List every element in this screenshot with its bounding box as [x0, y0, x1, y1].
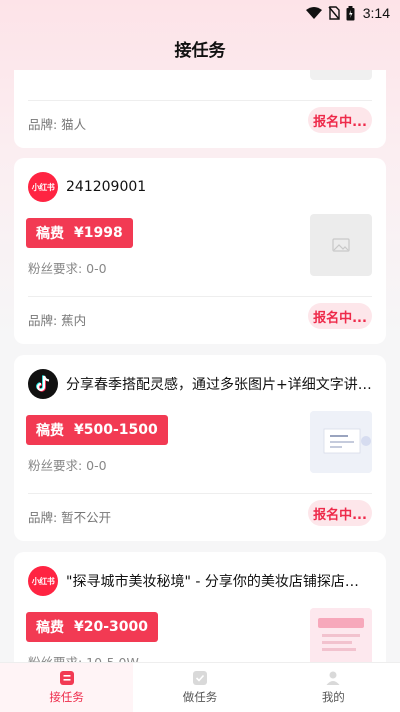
- fee-badge: 稿费 ¥1998: [26, 218, 133, 248]
- fee-label: 稿费: [36, 620, 64, 636]
- fee-badge: 稿费 ¥20-3000: [26, 612, 158, 642]
- task-card[interactable]: 小红书 241209001 稿费 ¥1998 粉丝要求: 0-0 品牌: 蕉内 …: [14, 158, 386, 344]
- task-card[interactable]: 品牌: 猫人 报名中...: [14, 70, 386, 148]
- brand-label: 品牌: 暂不公开: [28, 510, 112, 525]
- no-sim-icon: [328, 6, 340, 20]
- nav-label: 接任务: [49, 690, 84, 704]
- image-placeholder-icon: [332, 238, 350, 252]
- card-divider: [28, 296, 372, 297]
- card-divider: [28, 493, 372, 494]
- task-thumbnail: [310, 608, 372, 662]
- task-thumbnail: [310, 411, 372, 473]
- nav-label: 我的: [321, 690, 345, 704]
- signup-status-button[interactable]: 报名中...: [308, 107, 372, 133]
- fee-amount: ¥1998: [74, 225, 123, 241]
- brand-label: 品牌: 猫人: [28, 117, 87, 132]
- fans-requirement: 粉丝要求: 0-0: [28, 458, 107, 473]
- fee-label: 稿费: [36, 423, 64, 439]
- signup-status-button[interactable]: 报名中...: [308, 303, 372, 329]
- brand-label: 品牌: 蕉内: [28, 313, 87, 328]
- nav-tab-do-task[interactable]: 做任务: [133, 663, 266, 712]
- fee-amount: ¥20-3000: [74, 619, 148, 635]
- fee-amount: ¥500-1500: [74, 422, 158, 438]
- nav-tab-accept-task[interactable]: 接任务: [0, 663, 134, 712]
- task-title: 241209001: [66, 179, 147, 195]
- task-title: 分享春季搭配灵感，通过多张图片+详细文字讲解...: [66, 377, 372, 393]
- fee-badge: 稿费 ¥500-1500: [26, 415, 168, 445]
- task-list[interactable]: 品牌: 猫人 报名中... 小红书 241209001 稿费 ¥1998 粉丝要…: [0, 70, 400, 662]
- task-accept-icon: [59, 671, 74, 685]
- status-time: 3:14: [362, 5, 390, 21]
- wifi-icon: [305, 7, 322, 19]
- signup-status-button[interactable]: 报名中...: [308, 500, 372, 526]
- fans-requirement: 粉丝要求: 10-5.0W: [28, 652, 139, 662]
- task-card[interactable]: 分享春季搭配灵感，通过多张图片+详细文字讲解... 稿费 ¥500-1500 粉…: [14, 355, 386, 541]
- page-title: 接任务: [174, 40, 226, 61]
- profile-icon: [326, 671, 340, 685]
- fee-label: 稿费: [36, 226, 64, 242]
- task-do-icon: [192, 671, 207, 685]
- task-thumbnail: [310, 70, 372, 80]
- task-thumbnail: [310, 214, 372, 276]
- nav-tab-profile[interactable]: 我的: [267, 663, 400, 712]
- battery-icon: [346, 5, 355, 20]
- task-card[interactable]: 小红书 "探寻城市美妆秘境" - 分享你的美妆店铺探店体验 稿费 ¥20-300…: [14, 552, 386, 662]
- card-divider: [28, 100, 372, 101]
- douyin-logo-icon: [28, 369, 58, 399]
- xiaohongshu-logo-icon: 小红书: [28, 172, 58, 202]
- nav-label: 做任务: [182, 690, 218, 704]
- bottom-navigation: 接任务 做任务 我的: [0, 662, 400, 712]
- fans-requirement: 粉丝要求: 0-0: [28, 261, 107, 276]
- xiaohongshu-logo-icon: 小红书: [28, 566, 58, 596]
- status-bar: 3:14: [0, 0, 400, 26]
- task-title: "探寻城市美妆秘境" - 分享你的美妆店铺探店体验: [66, 574, 372, 590]
